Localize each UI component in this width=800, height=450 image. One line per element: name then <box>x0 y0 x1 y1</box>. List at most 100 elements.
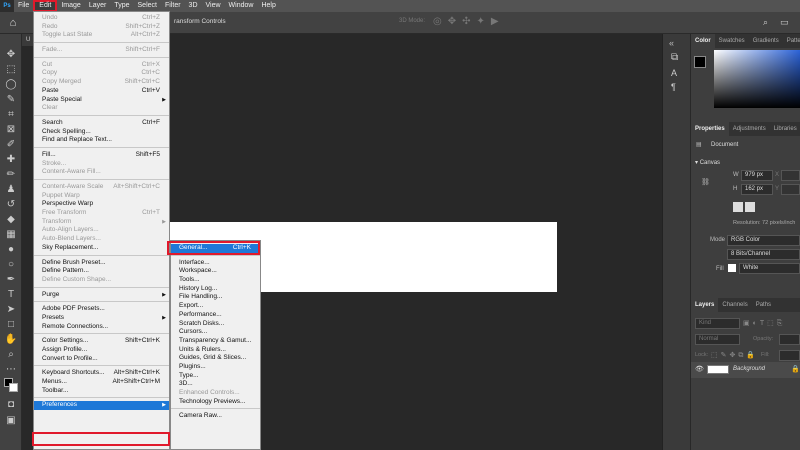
menu-item-paste[interactable]: Paste Ctrl+V <box>34 87 169 96</box>
menu-item-remote-connections[interactable]: Remote Connections... <box>34 323 169 332</box>
height-field[interactable]: 162 px <box>741 184 773 195</box>
layer-name[interactable]: Background <box>733 366 765 372</box>
tab-patterns[interactable]: Patterns <box>783 34 800 48</box>
menu-item-transparency-gamut[interactable]: Transparency & Gamut... <box>171 337 260 346</box>
menu-view[interactable]: View <box>202 0 225 12</box>
menu-3d[interactable]: 3D <box>185 0 202 12</box>
menu-item-find-and-replace-text[interactable]: Find and Replace Text... <box>34 136 169 145</box>
menu-item-adobe-pdf-presets[interactable]: Adobe PDF Presets... <box>34 305 169 314</box>
more-tools-icon[interactable]: ⋯ <box>3 363 19 377</box>
search-icon[interactable]: ⌕ <box>763 17 773 27</box>
quick-mask-icon[interactable]: ◘ <box>3 398 19 412</box>
menu-item-3d[interactable]: 3D... <box>171 380 260 389</box>
collapse-arrows-icon[interactable]: « <box>669 38 674 48</box>
clone-stamp-tool-icon[interactable]: ♟ <box>3 183 19 197</box>
dodge-tool-icon[interactable]: ○ <box>3 258 19 272</box>
frame-tool-icon[interactable]: ⊠ <box>3 123 19 137</box>
y-field[interactable] <box>781 184 800 195</box>
menu-item-scratch-disks[interactable]: Scratch Disks... <box>171 320 260 329</box>
menu-item-type[interactable]: Type... <box>171 372 260 381</box>
link-icon[interactable]: ⛓ <box>701 178 710 186</box>
layer-filter-select[interactable]: Kind <box>695 318 740 329</box>
menu-item-paste-special[interactable]: Paste Special ▶ <box>34 96 169 105</box>
menu-item-toolbar[interactable]: Toolbar... <box>34 387 169 396</box>
transform-controls-label[interactable]: ransform Controls <box>174 18 226 25</box>
width-field[interactable]: 979 px <box>741 170 773 181</box>
menu-item-workspace[interactable]: Workspace... <box>171 267 260 276</box>
portrait-icon[interactable] <box>733 202 743 212</box>
visibility-eye-icon[interactable]: 👁 <box>695 365 704 373</box>
menu-item-export[interactable]: Export... <box>171 302 260 311</box>
menu-item-color-settings[interactable]: Color Settings... Shift+Ctrl+K <box>34 337 169 346</box>
menu-item-convert-to-profile[interactable]: Convert to Profile... <box>34 355 169 364</box>
tab-paths[interactable]: Paths <box>752 298 775 312</box>
menu-item-perspective-warp[interactable]: Perspective Warp <box>34 200 169 209</box>
fill-select[interactable]: White <box>739 263 800 274</box>
menu-item-units-rulers[interactable]: Units & Rulers... <box>171 346 260 355</box>
layer-row-background[interactable]: 👁 Background 🔒 <box>691 362 800 378</box>
screen-mode-icon[interactable]: ▣ <box>3 414 19 428</box>
lock-icons[interactable]: ⬚✎✥⧉🔒 <box>711 351 758 360</box>
menu-item-interface[interactable]: Interface... <box>171 259 260 268</box>
menu-item-search[interactable]: Search Ctrl+F <box>34 119 169 128</box>
menu-item-general[interactable]: General... Ctrl+K <box>171 244 260 253</box>
menu-item-presets[interactable]: Presets ▶ <box>34 314 169 323</box>
menu-item-tools[interactable]: Tools... <box>171 276 260 285</box>
tab-channels[interactable]: Channels <box>718 298 751 312</box>
color-foreground-chip[interactable] <box>694 56 706 68</box>
color-picker-field[interactable] <box>714 50 800 108</box>
quick-select-tool-icon[interactable]: ✎ <box>3 93 19 107</box>
landscape-icon[interactable] <box>745 202 755 212</box>
tab-adjustments[interactable]: Adjustments <box>729 122 770 136</box>
menu-item-purge[interactable]: Purge ▶ <box>34 291 169 300</box>
workspace-icon[interactable]: ▭ <box>780 17 792 27</box>
zoom-tool-icon[interactable]: ⌕ <box>3 348 19 362</box>
menu-file[interactable]: File <box>14 0 33 12</box>
menu-item-fill[interactable]: Fill... Shift+F5 <box>34 151 169 160</box>
menu-item-history-log[interactable]: History Log... <box>171 285 260 294</box>
menu-item-preferences[interactable]: Preferences ▶ <box>34 401 169 411</box>
history-icon[interactable]: ⧉ <box>671 52 678 63</box>
menu-item-sky-replacement[interactable]: Sky Replacement... <box>34 244 169 253</box>
path-selection-tool-icon[interactable]: ➤ <box>3 303 19 317</box>
menu-item-file-handling[interactable]: File Handling... <box>171 293 260 302</box>
tab-layers[interactable]: Layers <box>691 298 719 312</box>
crop-tool-icon[interactable]: ⌗ <box>3 108 19 122</box>
home-icon[interactable]: ⌂ <box>6 16 20 30</box>
menu-window[interactable]: Window <box>225 0 258 12</box>
menu-item-technology-previews[interactable]: Technology Previews... <box>171 398 260 407</box>
menu-item-define-pattern[interactable]: Define Pattern... <box>34 267 169 276</box>
type-tool-icon[interactable]: T <box>3 288 19 302</box>
menu-item-menus[interactable]: Menus... Alt+Shift+Ctrl+M <box>34 378 169 387</box>
menu-help[interactable]: Help <box>257 0 279 12</box>
eraser-tool-icon[interactable]: ◆ <box>3 213 19 227</box>
blur-tool-icon[interactable]: ● <box>3 243 19 257</box>
tab-color[interactable]: Color <box>691 34 715 48</box>
healing-brush-tool-icon[interactable]: ✚ <box>3 153 19 167</box>
menu-item-define-brush-preset[interactable]: Define Brush Preset... <box>34 259 169 268</box>
fill-swatch[interactable] <box>728 264 736 272</box>
tab-libraries[interactable]: Libraries <box>770 122 800 136</box>
pen-tool-icon[interactable]: ✒ <box>3 273 19 287</box>
layer-filter-icons[interactable]: ▣◐T⬚⎘ <box>743 319 785 328</box>
opacity-field[interactable] <box>779 334 800 345</box>
marquee-tool-icon[interactable]: ⬚ <box>3 63 19 77</box>
menu-item-performance[interactable]: Performance... <box>171 311 260 320</box>
tab-swatches[interactable]: Swatches <box>715 34 749 48</box>
menu-item-assign-profile[interactable]: Assign Profile... <box>34 346 169 355</box>
x-field[interactable] <box>781 170 800 181</box>
menu-item-plugins[interactable]: Plugins... <box>171 363 260 372</box>
mode-select[interactable]: RGB Color <box>727 235 800 246</box>
menu-item-guides-grid-slices[interactable]: Guides, Grid & Slices... <box>171 354 260 363</box>
rectangle-tool-icon[interactable]: □ <box>3 318 19 332</box>
menu-item-keyboard-shortcuts[interactable]: Keyboard Shortcuts... Alt+Shift+Ctrl+K <box>34 369 169 378</box>
paragraph-icon[interactable]: ¶ <box>671 82 676 92</box>
menu-item-camera-raw[interactable]: Camera Raw... <box>171 412 260 421</box>
layer-fill-field[interactable] <box>779 350 800 361</box>
menu-item-check-spelling[interactable]: Check Spelling... <box>34 128 169 137</box>
menu-item-cursors[interactable]: Cursors... <box>171 328 260 337</box>
history-brush-tool-icon[interactable]: ↺ <box>3 198 19 212</box>
tab-properties[interactable]: Properties <box>691 122 729 136</box>
bit-depth-select[interactable]: 8 Bits/Channel <box>727 249 800 260</box>
background-color-swatch[interactable] <box>9 383 18 392</box>
